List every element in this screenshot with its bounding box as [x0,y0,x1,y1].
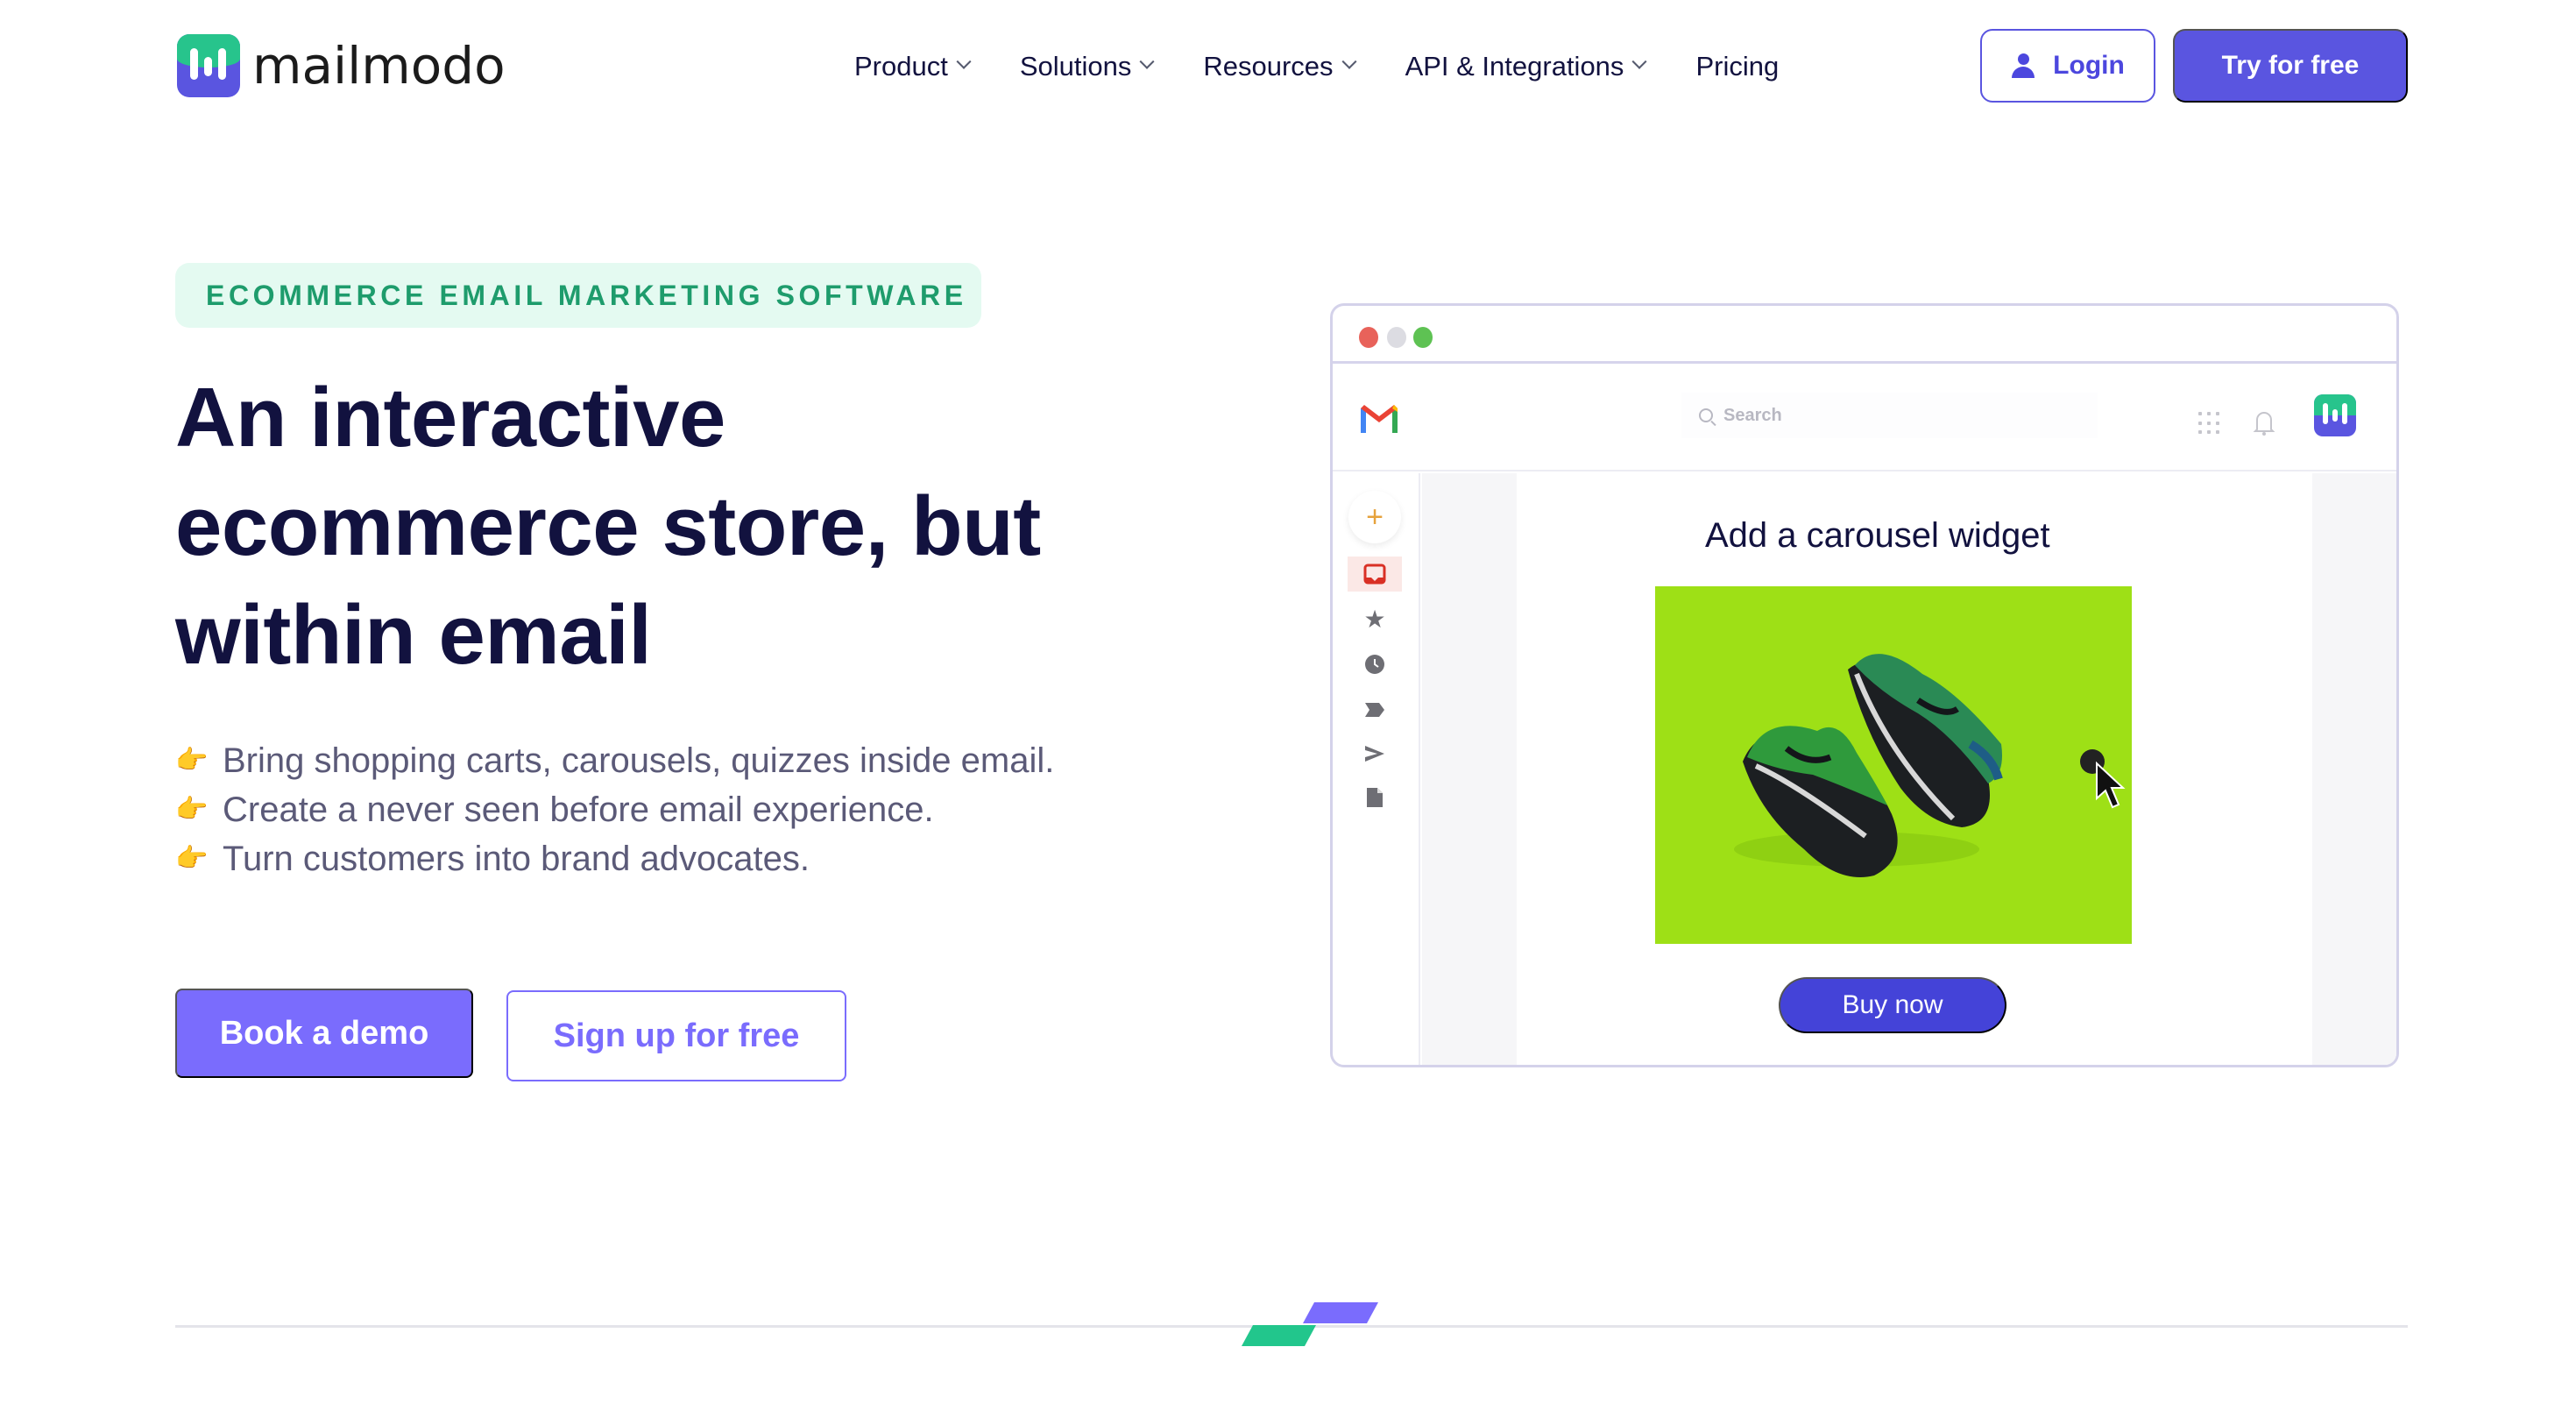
chevron-down-icon [1341,53,1357,69]
pointing-hand-icon: 👉 [175,795,209,824]
email-client-mockup: Search + ★ Add a carousel widget Buy now [1330,303,2399,1067]
list-item: 👉 Bring shopping carts, carousels, quizz… [175,736,1054,785]
mouse-cursor-icon [2096,761,2126,809]
minimize-dot-icon [1387,327,1406,348]
drafts-file-icon[interactable] [1348,780,1402,815]
main-nav: Product Solutions Resources API & Integr… [854,44,1829,89]
mailmodo-logo-icon [177,34,240,97]
apps-grid-icon[interactable] [2198,412,2221,435]
nav-item-label: Solutions [1019,51,1132,82]
list-item: 👉 Turn customers into brand advocates. [175,834,1054,883]
label-icon[interactable] [1348,692,1402,727]
mail-right-pane [2312,473,2396,1065]
list-item: 👉 Create a never seen before email exper… [175,785,1054,834]
bell-icon[interactable] [2253,408,2275,436]
sneakers-image [1734,654,2003,877]
mailmodo-logo[interactable]: mailmodo [177,33,506,98]
book-demo-button[interactable]: Book a demo [175,989,473,1078]
pointing-hand-icon: 👉 [175,746,209,775]
mail-search-input[interactable]: Search [1681,393,2098,438]
buy-now-button[interactable]: Buy now [1779,977,2006,1033]
card-title: Add a carousel widget [1705,516,2050,555]
login-button[interactable]: Login [1980,29,2155,103]
search-placeholder: Search [1723,405,1782,425]
bullet-text: Create a never seen before email experie… [223,790,934,829]
search-icon [1699,408,1713,422]
inbox-icon[interactable] [1348,557,1402,592]
maximize-dot-icon [1413,327,1433,348]
clock-icon[interactable] [1348,647,1402,682]
chevron-down-icon [1139,53,1155,69]
feature-bullets: 👉 Bring shopping carts, carousels, quizz… [175,736,1054,883]
mail-sidebar: + ★ [1333,473,1420,1065]
nav-item-label: Pricing [1695,51,1780,82]
compose-plus-icon[interactable]: + [1348,491,1401,543]
brand-parallelogram-icon [1242,1302,1378,1346]
eyebrow-badge: ECOMMERCE EMAIL MARKETING SOFTWARE [175,263,981,328]
nav-item-resources[interactable]: Resources [1203,51,1357,82]
window-title-bar [1333,306,2396,364]
hero-headline: An interactive ecommerce store, but with… [175,371,1041,682]
nav-item-product[interactable]: Product [854,51,972,82]
nav-item-solutions[interactable]: Solutions [1019,51,1155,82]
login-label: Login [2053,51,2125,80]
product-carousel-image[interactable] [1655,586,2132,944]
mailmodo-app-icon[interactable] [2314,394,2356,436]
nav-item-label: Resources [1203,51,1334,82]
close-dot-icon [1359,327,1378,348]
chevron-down-icon [956,53,972,69]
try-for-free-button[interactable]: Try for free [2173,29,2408,103]
bullet-text: Turn customers into brand advocates. [223,840,810,878]
pointing-hand-icon: 👉 [175,844,209,873]
bullet-text: Bring shopping carts, carousels, quizzes… [223,741,1055,780]
nav-item-pricing[interactable]: Pricing [1695,51,1779,82]
user-icon [2011,53,2035,78]
logo-wordmark: mailmodo [252,36,506,96]
send-icon[interactable] [1348,736,1402,771]
nav-item-label: Product [854,51,948,82]
gmail-logo-icon [1361,405,1398,433]
nav-item-label: API & Integrations [1405,51,1624,82]
mail-header: Search [1333,366,2396,471]
star-icon[interactable]: ★ [1348,601,1402,636]
sign-up-button[interactable]: Sign up for free [506,990,846,1081]
nav-item-api-integrations[interactable]: API & Integrations [1405,51,1647,82]
mail-list-pane [1422,473,1517,1065]
chevron-down-icon [1631,53,1647,69]
